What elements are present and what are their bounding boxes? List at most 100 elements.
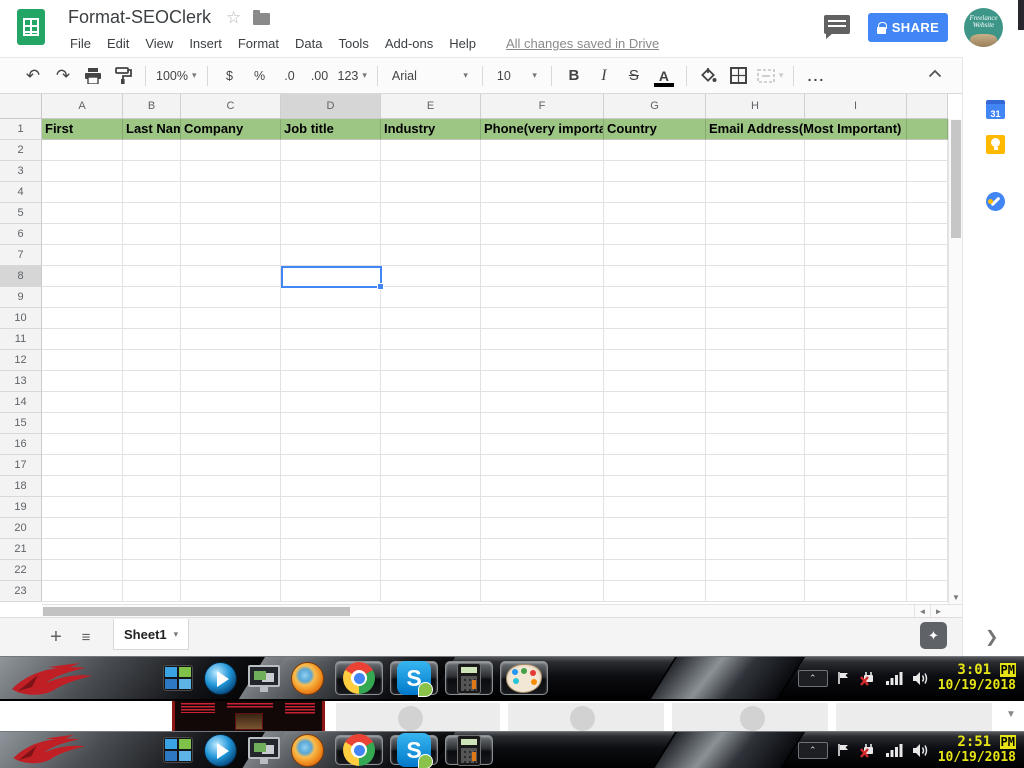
cell-e23[interactable] [381,581,481,602]
cell-i8[interactable] [805,266,907,287]
cell-a6[interactable] [42,224,123,245]
cell-a22[interactable] [42,560,123,581]
cell-h8[interactable] [706,266,805,287]
cell-partial6[interactable] [907,224,948,245]
skype-icon[interactable]: S [390,661,438,695]
bold-button[interactable]: B [562,64,586,88]
media-player-icon[interactable] [204,662,237,695]
cell-b9[interactable] [123,287,181,308]
row-header-23[interactable]: 23 [0,581,42,602]
column-header-i[interactable]: I [805,94,907,119]
show-hidden-icons-button[interactable]: ⌃ [798,742,828,759]
row-header-17[interactable]: 17 [0,455,42,476]
cell-b21[interactable] [123,539,181,560]
action-center-flag-icon[interactable] [837,743,850,757]
cell-h5[interactable] [706,203,805,224]
cell-f2[interactable] [481,140,604,161]
cell-a8[interactable] [42,266,123,287]
column-header-partial[interactable] [907,94,948,119]
all-sheets-button[interactable]: ≡ [74,624,98,650]
row-header-4[interactable]: 4 [0,182,42,203]
column-header-c[interactable]: C [181,94,281,119]
row-header-21[interactable]: 21 [0,539,42,560]
cell-i16[interactable] [805,434,907,455]
cell-f21[interactable] [481,539,604,560]
cell-a7[interactable] [42,245,123,266]
cell-e11[interactable] [381,329,481,350]
cell-g14[interactable] [604,392,706,413]
account-avatar[interactable]: FreelanceWebsite [964,8,1003,47]
cell-d6[interactable] [281,224,381,245]
share-button[interactable]: SHARE [868,13,948,42]
horizontal-scrollbar-thumb[interactable] [43,607,350,616]
cell-a10[interactable] [42,308,123,329]
cell-e15[interactable] [381,413,481,434]
menu-view[interactable]: View [137,34,181,53]
cell-b11[interactable] [123,329,181,350]
row-header-7[interactable]: 7 [0,245,42,266]
cell-g22[interactable] [604,560,706,581]
document-title[interactable]: Format-SEOClerk [68,7,211,28]
cell-i22[interactable] [805,560,907,581]
cell-i20[interactable] [805,518,907,539]
header-cell-partial[interactable] [907,119,948,140]
menu-tools[interactable]: Tools [330,34,376,53]
cell-f19[interactable] [481,497,604,518]
cell-f12[interactable] [481,350,604,371]
cell-h9[interactable] [706,287,805,308]
cell-b10[interactable] [123,308,181,329]
cell-g9[interactable] [604,287,706,308]
row-header-22[interactable]: 22 [0,560,42,581]
cell-f11[interactable] [481,329,604,350]
row-header-3[interactable]: 3 [0,161,42,182]
cell-partial16[interactable] [907,434,948,455]
cell-e9[interactable] [381,287,481,308]
column-header-a[interactable]: A [42,94,123,119]
cell-g8[interactable] [604,266,706,287]
cell-e18[interactable] [381,476,481,497]
cell-h6[interactable] [706,224,805,245]
row-header-15[interactable]: 15 [0,413,42,434]
display-switch-icon[interactable] [248,737,280,764]
firefox-icon[interactable] [291,734,324,767]
cell-h15[interactable] [706,413,805,434]
column-header-g[interactable]: G [604,94,706,119]
cell-g2[interactable] [604,140,706,161]
font-size-select[interactable]: 10 ▾ [493,64,541,88]
cell-partial19[interactable] [907,497,948,518]
cell-h23[interactable] [706,581,805,602]
row-header-16[interactable]: 16 [0,434,42,455]
row-header-2[interactable]: 2 [0,140,42,161]
cell-h4[interactable] [706,182,805,203]
cell-f6[interactable] [481,224,604,245]
cell-e2[interactable] [381,140,481,161]
cell-partial5[interactable] [907,203,948,224]
cell-a14[interactable] [42,392,123,413]
sidebar-collapse-chevron[interactable]: ❯ [985,627,998,647]
cell-b22[interactable] [123,560,181,581]
cell-partial7[interactable] [907,245,948,266]
increase-decimal-button[interactable]: .00 [308,64,332,88]
cell-f23[interactable] [481,581,604,602]
chrome-icon[interactable] [335,735,383,765]
cell-d22[interactable] [281,560,381,581]
cell-b19[interactable] [123,497,181,518]
header-cell-h1[interactable]: Email Address(Most Important) [706,119,907,140]
header-cell-g1[interactable]: Country [604,119,706,140]
cell-e5[interactable] [381,203,481,224]
cell-f10[interactable] [481,308,604,329]
format-percent-button[interactable]: % [248,64,272,88]
cell-f5[interactable] [481,203,604,224]
cell-a21[interactable] [42,539,123,560]
cell-a19[interactable] [42,497,123,518]
menu-format[interactable]: Format [230,34,287,53]
cell-b6[interactable] [123,224,181,245]
power-plug-error-icon[interactable] [859,743,877,758]
cell-c15[interactable] [181,413,281,434]
row-header-13[interactable]: 13 [0,371,42,392]
cell-e17[interactable] [381,455,481,476]
merge-cells-button[interactable]: ▾ [757,64,784,88]
firefox-icon[interactable] [291,662,324,695]
cell-g15[interactable] [604,413,706,434]
cell-c12[interactable] [181,350,281,371]
